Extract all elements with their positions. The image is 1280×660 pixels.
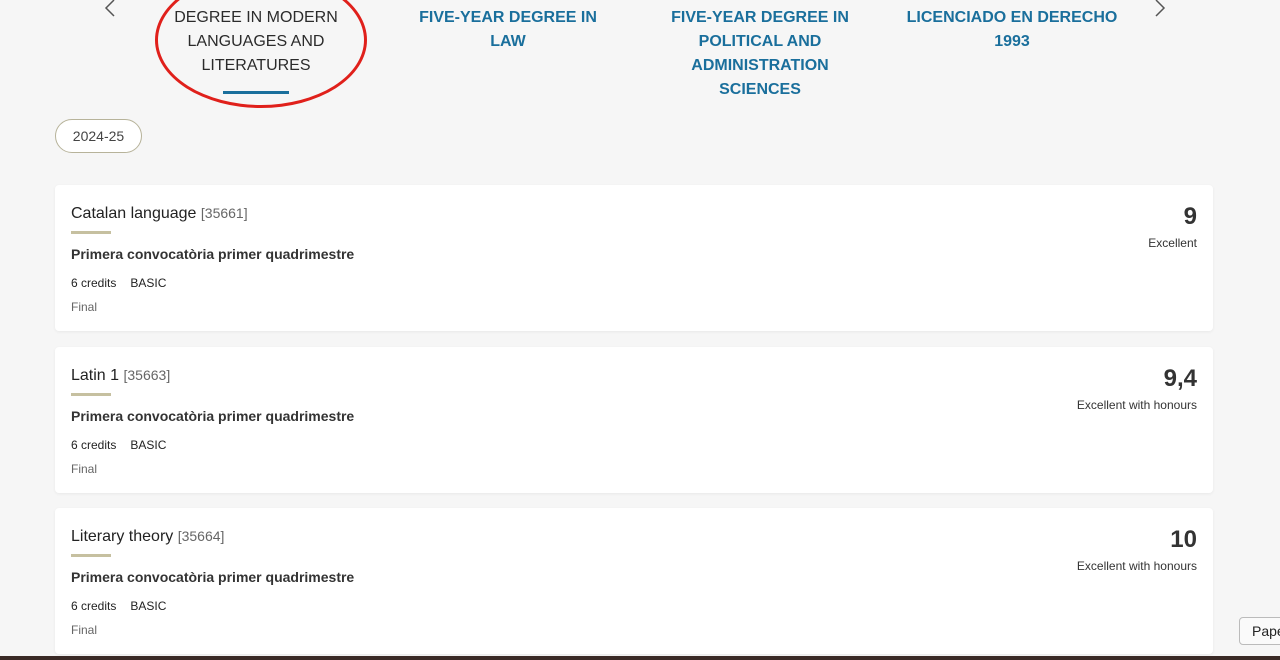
chevron-left-icon[interactable]	[100, 0, 120, 20]
subject-title: Literary theory [35664]	[71, 528, 224, 546]
subject-name: Latin 1	[71, 367, 120, 384]
exam-call: Primera convocatòria primer quadrimestre	[71, 246, 355, 262]
subject-code: [35661]	[200, 205, 248, 221]
subject-type: BASIC	[130, 438, 167, 452]
subject-card: Latin 1 [35663] Primera convocatòria pri…	[55, 347, 1213, 493]
grade-status: Final	[71, 300, 98, 314]
degree-tabs: DEGREE IN MODERN LANGUAGES AND LITERATUR…	[0, 0, 1280, 110]
tab-licenciado-derecho[interactable]: LICENCIADO EN DERECHO 1993	[900, 6, 1124, 54]
subject-code: [35664]	[177, 528, 225, 544]
tab-modern-languages[interactable]: DEGREE IN MODERN LANGUAGES AND LITERATUR…	[166, 6, 346, 78]
grade-value: 9	[1183, 203, 1197, 230]
active-tab-indicator	[223, 91, 289, 94]
title-divider	[71, 393, 111, 396]
subject-name: Catalan language	[71, 205, 197, 222]
subject-code: [35663]	[123, 367, 171, 383]
academic-year-selector[interactable]: 2024-25	[55, 119, 142, 153]
grade-label: Excellent with honours	[1076, 398, 1197, 412]
credits: 6 credits	[71, 438, 117, 452]
bottom-bar	[0, 656, 1280, 660]
subject-title: Catalan language [35661]	[71, 205, 248, 223]
grade-value: 9,4	[1163, 365, 1197, 392]
subject-meta: 6 credits BASIC	[71, 599, 166, 613]
exam-call: Primera convocatòria primer quadrimestre	[71, 408, 355, 424]
subject-name: Literary theory	[71, 528, 174, 545]
subject-card: Catalan language [35661] Primera convoca…	[55, 185, 1213, 331]
grade-label: Excellent with honours	[1076, 559, 1197, 573]
subject-meta: 6 credits BASIC	[71, 276, 166, 290]
subject-title: Latin 1 [35663]	[71, 367, 170, 385]
subject-card: Literary theory [35664] Primera convocat…	[55, 508, 1213, 654]
tab-political-sciences[interactable]: FIVE-YEAR DEGREE IN POLITICAL AND ADMINI…	[650, 6, 870, 102]
credits: 6 credits	[71, 276, 117, 290]
grade-status: Final	[71, 462, 98, 476]
grade-value: 10	[1170, 526, 1197, 553]
subject-type: BASIC	[130, 276, 167, 290]
grade-label: Excellent	[1148, 236, 1197, 250]
exam-call: Primera convocatòria primer quadrimestre	[71, 569, 355, 585]
chevron-right-icon[interactable]	[1150, 0, 1170, 20]
tab-law[interactable]: FIVE-YEAR DEGREE IN LAW	[400, 6, 616, 54]
subject-type: BASIC	[130, 599, 167, 613]
credits: 6 credits	[71, 599, 117, 613]
paper-button[interactable]: Pape	[1239, 617, 1280, 645]
title-divider	[71, 231, 111, 234]
grade-status: Final	[71, 623, 98, 637]
subject-meta: 6 credits BASIC	[71, 438, 166, 452]
title-divider	[71, 554, 111, 557]
